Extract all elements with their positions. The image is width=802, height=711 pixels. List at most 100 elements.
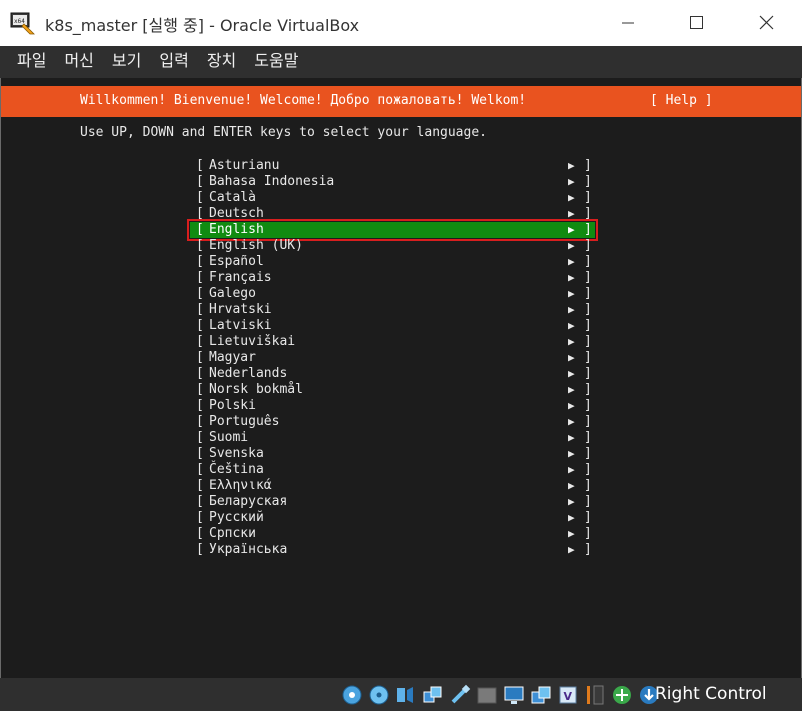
bracket-right: ] [584, 206, 592, 221]
bracket-right: ] [584, 350, 592, 365]
language-option[interactable]: [Galego ▶] [190, 286, 595, 302]
menu-devices[interactable]: 장치 [198, 46, 245, 78]
submenu-arrow-icon: ▶ [568, 287, 575, 300]
minimize-button[interactable] [600, 0, 656, 46]
language-label: English [209, 222, 264, 237]
menu-bar: 파일 머신 보기 입력 장치 도움말 [0, 46, 802, 78]
language-option[interactable]: [Français ▶] [190, 270, 595, 286]
language-option[interactable]: [Беларуская ▶] [190, 494, 595, 510]
maximize-button[interactable] [668, 0, 724, 46]
language-label: Español [209, 254, 264, 269]
menu-view[interactable]: 보기 [103, 46, 150, 78]
status-icons: V [340, 682, 661, 708]
bracket-left: [ [196, 494, 204, 509]
hard-disk-icon[interactable] [340, 683, 364, 707]
submenu-arrow-icon: ▶ [568, 479, 575, 492]
audio-icon[interactable] [394, 683, 418, 707]
bracket-left: [ [196, 222, 204, 237]
close-button[interactable] [738, 0, 794, 46]
language-label: English (UK) [209, 238, 303, 253]
shared-folders-icon[interactable] [475, 683, 499, 707]
submenu-arrow-icon: ▶ [568, 335, 575, 348]
bracket-right: ] [584, 334, 592, 349]
language-option[interactable]: [Suomi ▶] [190, 430, 595, 446]
welcome-text: Willkommen! Bienvenue! Welcome! Добро по… [80, 93, 527, 108]
bracket-right: ] [584, 238, 592, 253]
bracket-left: [ [196, 174, 204, 189]
bracket-left: [ [196, 190, 204, 205]
language-option[interactable]: [Polski ▶] [190, 398, 595, 414]
language-option[interactable]: [Hrvatski ▶] [190, 302, 595, 318]
bracket-right: ] [584, 222, 592, 237]
cpu-icon[interactable]: V [556, 683, 580, 707]
bracket-left: [ [196, 238, 204, 253]
language-option[interactable]: [Ελληνικά ▶] [190, 478, 595, 494]
menu-file[interactable]: 파일 [8, 46, 55, 78]
language-option[interactable]: [Deutsch ▶] [190, 206, 595, 222]
language-label: Bahasa Indonesia [209, 174, 335, 189]
language-label: Latviski [209, 318, 272, 333]
language-label: Nederlands [209, 366, 288, 381]
language-option[interactable]: [Norsk bokmål ▶] [190, 382, 595, 398]
menu-machine[interactable]: 머신 [55, 46, 102, 78]
language-option[interactable]: [Українська ▶] [190, 542, 595, 558]
language-option[interactable]: [Español ▶] [190, 254, 595, 270]
language-option[interactable]: [ English ▶] [187, 219, 598, 241]
menu-input[interactable]: 입력 [150, 46, 197, 78]
virtualbox-app-icon: x64 [10, 12, 35, 35]
language-list: [Asturianu ▶] [Bahasa Indonesia ▶] [Català ▶]… [187, 158, 598, 558]
language-option[interactable]: [Latviski ▶] [190, 318, 595, 334]
language-label: Čeština [209, 462, 264, 477]
title-bar: x64 k8s_master [실행 중] - Oracle VirtualBo… [0, 0, 802, 46]
bracket-left: [ [196, 446, 204, 461]
bracket-right: ] [584, 510, 592, 525]
bracket-left: [ [196, 302, 204, 317]
video-capture-icon[interactable] [529, 683, 553, 707]
submenu-arrow-icon: ▶ [568, 367, 575, 380]
bracket-right: ] [584, 542, 592, 557]
language-option[interactable]: [Català ▶] [190, 190, 595, 206]
network-icon[interactable] [421, 683, 445, 707]
language-option[interactable]: [Português ▶] [190, 414, 595, 430]
language-option[interactable]: [Svenska ▶] [190, 446, 595, 462]
language-option[interactable]: [Čeština ▶] [190, 462, 595, 478]
language-option[interactable]: [Русский ▶] [190, 510, 595, 526]
minimize-icon [622, 22, 634, 24]
help-button[interactable]: [ Help ] [650, 93, 713, 109]
submenu-arrow-icon: ▶ [568, 415, 575, 428]
bracket-left: [ [196, 158, 204, 173]
language-option[interactable]: [Nederlands ▶] [190, 366, 595, 382]
keyboard-capture-icon[interactable] [610, 683, 634, 707]
submenu-arrow-icon: ▶ [568, 431, 575, 444]
submenu-arrow-icon: ▶ [568, 351, 575, 364]
host-key-label: Right Control [655, 684, 767, 704]
bracket-left: [ [196, 542, 204, 557]
language-option[interactable]: [Lietuviškai ▶] [190, 334, 595, 350]
language-option[interactable]: [Magyar ▶] [190, 350, 595, 366]
submenu-arrow-icon: ▶ [568, 207, 575, 220]
language-option[interactable]: [Asturianu ▶] [190, 158, 595, 174]
bracket-left: [ [196, 382, 204, 397]
language-label: Français [209, 270, 272, 285]
mouse-integration-icon[interactable] [583, 683, 607, 707]
language-label: Suomi [209, 430, 249, 445]
bracket-right: ] [584, 302, 592, 317]
language-label: Magyar [209, 350, 256, 365]
language-option[interactable]: [Српски ▶] [190, 526, 595, 542]
language-label: Norsk bokmål [209, 382, 303, 397]
bracket-right: ] [584, 478, 592, 493]
submenu-arrow-icon: ▶ [568, 255, 575, 268]
bracket-left: [ [196, 334, 204, 349]
display-icon[interactable] [502, 683, 526, 707]
svg-text:V: V [564, 690, 573, 703]
language-label: Српски [209, 526, 256, 541]
language-option[interactable]: [Bahasa Indonesia ▶] [190, 174, 595, 190]
bracket-left: [ [196, 510, 204, 525]
language-label: Svenska [209, 446, 264, 461]
submenu-arrow-icon: ▶ [568, 223, 575, 236]
usb-icon[interactable] [448, 683, 472, 707]
bracket-left: [ [196, 398, 204, 413]
menu-help[interactable]: 도움말 [245, 46, 307, 78]
language-option[interactable]: [English (UK) ▶] [190, 238, 595, 254]
optical-drive-icon[interactable] [367, 683, 391, 707]
